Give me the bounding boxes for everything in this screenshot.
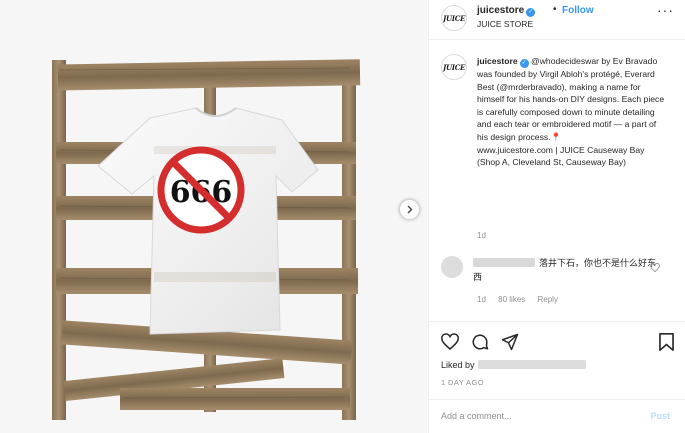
add-comment-bar: Add a comment... Post — [429, 399, 685, 433]
more-options-icon[interactable]: ··· — [657, 2, 674, 18]
username-link[interactable]: juicestore ✓ — [477, 5, 536, 17]
comment-heart-icon[interactable] — [650, 263, 660, 272]
chevron-right-icon — [407, 205, 413, 214]
next-image-button[interactable] — [399, 199, 420, 220]
verified-badge-icon: ✓ — [519, 59, 529, 68]
post-header: JUICE juicestore ✓ • Follow JUICE STORE ·… — [429, 0, 685, 40]
liked-by: Liked by — [441, 360, 586, 370]
comment-icon[interactable] — [471, 333, 489, 351]
caption-location: www.juicestore.com | JUICE Causeway Bay … — [477, 144, 645, 168]
follow-button[interactable]: Follow — [562, 5, 594, 16]
avatar-logo-text: JUICE — [442, 62, 466, 72]
bookmark-icon[interactable] — [659, 333, 674, 351]
verified-badge-icon: ✓ — [526, 8, 536, 17]
action-bar — [429, 321, 685, 361]
caption-age: 1d — [477, 231, 486, 240]
comment-likes[interactable]: 80 likes — [498, 295, 525, 304]
heart-icon[interactable] — [441, 333, 459, 350]
avatar-logo-text: JUICE — [442, 13, 466, 23]
comment-meta: 1d 80 likes Reply — [477, 295, 568, 304]
post-details-panel: JUICE juicestore ✓ • Follow JUICE STORE ·… — [428, 0, 685, 433]
caption-text: juicestore ✓ @whodecideswar by Ev Bravado… — [477, 55, 667, 169]
username-text: juicestore — [477, 5, 525, 16]
share-icon[interactable] — [501, 333, 519, 351]
post-comment-button[interactable]: Post — [650, 411, 670, 421]
caption-avatar[interactable]: JUICE — [441, 54, 467, 80]
profile-avatar[interactable]: JUICE — [441, 5, 467, 31]
comment-row: 落井下石，你也不是什么好东西 1d 80 likes Reply — [429, 250, 685, 310]
tshirt-on-pallet-photo: 666 — [0, 0, 428, 433]
caption-username[interactable]: juicestore — [477, 56, 518, 66]
reply-button[interactable]: Reply — [538, 295, 558, 304]
comment-age: 1d — [477, 295, 486, 304]
caption-body: @whodecideswar by Ev Bravado was founded… — [477, 56, 665, 142]
liked-by-label: Liked by — [441, 360, 475, 370]
comment-text: 落井下石，你也不是什么好东西 — [473, 258, 657, 282]
separator-dot: • — [553, 4, 557, 15]
liked-by-users-redacted[interactable] — [477, 360, 586, 369]
post-date: 1 DAY AGO — [441, 378, 484, 387]
display-name: JUICE STORE — [477, 19, 534, 29]
location-pin-icon: 📍 — [550, 131, 562, 142]
commenter-avatar[interactable] — [441, 256, 463, 278]
add-comment-input[interactable]: Add a comment... — [441, 411, 512, 421]
post-image[interactable]: 666 — [0, 0, 428, 433]
